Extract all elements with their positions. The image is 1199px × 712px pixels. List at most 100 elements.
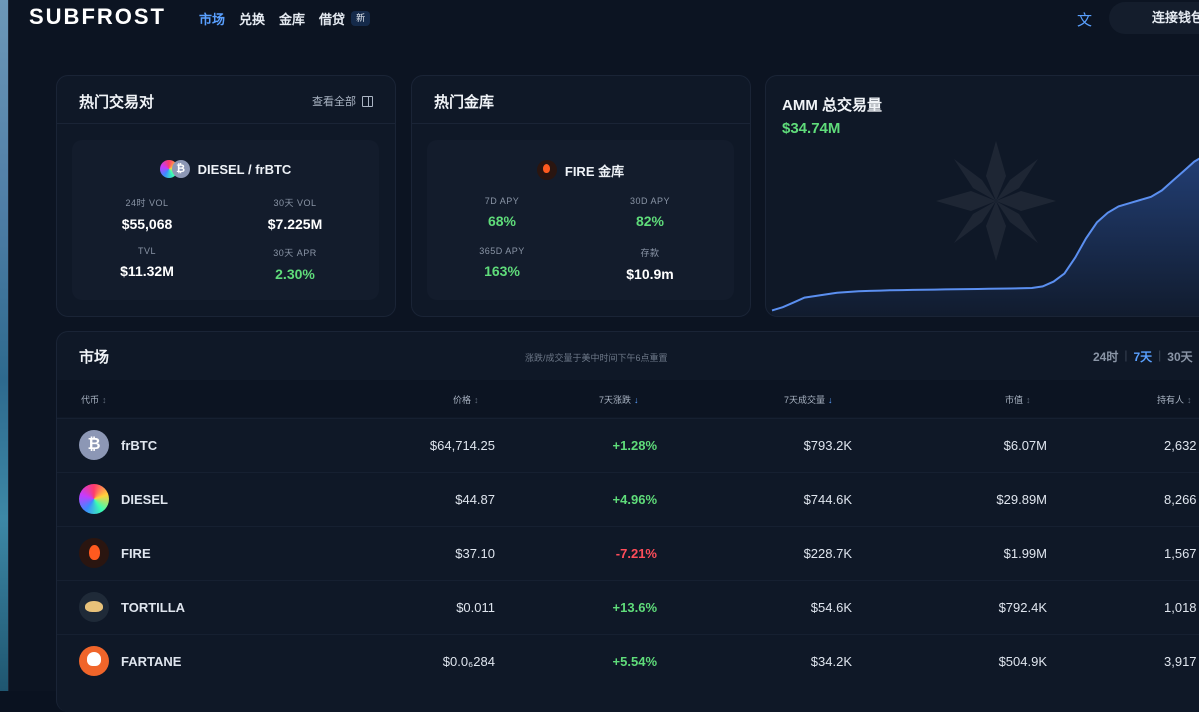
stat-30d-apr: 30天 APR 2.30%	[220, 246, 370, 282]
table-row[interactable]: TORTILLA $0.011 +13.6% $54.6K $792.4K 1,…	[57, 580, 1199, 635]
stat-label: TVL	[137, 246, 156, 256]
token-change: +4.96%	[612, 492, 657, 507]
stat-value: $55,068	[121, 216, 173, 232]
stat-30d-vol: 30天 VOL $7.225M	[220, 196, 370, 232]
stat-value: $11.32M	[120, 263, 174, 279]
col-mcap-label: 市值	[1005, 395, 1024, 405]
stat-value: 2.30%	[275, 266, 315, 282]
period-7d[interactable]: 7天	[1133, 348, 1152, 365]
tortilla-icon	[79, 592, 109, 622]
view-all-link[interactable]: 查看全部	[312, 93, 373, 109]
reset-note: 涨跌/成交量于美中时间下午6点重置	[525, 353, 668, 363]
markets-table-header: 代币 ↕ 价格 ↕ 7天涨跌 ↓ 7天成交量 ↓ 市值 ↕ 持有人 ↕	[57, 380, 1199, 417]
col-volume[interactable]: 7天成交量 ↓	[784, 393, 833, 406]
hot-pair-tile[interactable]: ₿ DIESEL / frBTC 24时 VOL $55,068 30天 VOL…	[72, 140, 379, 300]
pair-icons: ₿	[159, 160, 190, 178]
hot-vault-tile[interactable]: FIRE 金库 7D APY 68% 30D APY 82% 365D APY …	[427, 140, 734, 300]
col-price[interactable]: 价格 ↕	[453, 393, 479, 406]
top-navigation-bar: SUBFROST 市场 兑换 金库 借贷 新 文 连接钱包	[9, 0, 1199, 36]
token-mcap: $29.89M	[996, 492, 1047, 507]
stat-24h-vol: 24时 VOL $55,068	[72, 196, 222, 232]
token-change: +1.28%	[612, 438, 657, 453]
col-holders[interactable]: 持有人 ↕	[1157, 393, 1192, 406]
stat-value: 82%	[635, 213, 665, 229]
period-30d[interactable]: 30天	[1167, 348, 1192, 365]
view-all-label: 查看全部	[312, 96, 356, 108]
table-row[interactable]: DIESEL $44.87 +4.96% $744.6K $29.89M 8,2…	[57, 472, 1199, 527]
stat-value: $7.225M	[267, 216, 323, 232]
table-row[interactable]: FIRE $37.10 -7.21% $228.7K $1.99M 1,567	[57, 526, 1199, 581]
token-holders: 3,917	[1164, 654, 1197, 669]
sort-icon: ↕	[1187, 395, 1192, 405]
diesel-icon	[79, 484, 109, 514]
amm-volume-chart	[771, 141, 1199, 316]
stat-value: 68%	[487, 213, 517, 229]
amm-volume-card: AMM 总交易量 $34.74M	[765, 75, 1199, 317]
nav-vaults[interactable]: 金库	[279, 9, 305, 28]
stat-365d-apy: 365D APY 163%	[427, 246, 577, 279]
period-selector: 24时 | 7天 | 30天	[1093, 348, 1193, 365]
fire-icon	[79, 538, 109, 568]
sort-icon: ↕	[1026, 395, 1031, 405]
col-token[interactable]: 代币 ↕	[81, 393, 107, 406]
stat-label: 存款	[640, 248, 660, 258]
bitcoin-icon: ₿	[79, 430, 109, 460]
hot-pairs-title: 热门交易对	[79, 94, 155, 111]
col-change[interactable]: 7天涨跌 ↓	[599, 393, 639, 406]
period-24h[interactable]: 24时	[1093, 348, 1118, 365]
period-divider: |	[1158, 348, 1162, 362]
table-row[interactable]: FARTANE $0.0₆284 +5.54% $34.2K $504.9K 3…	[57, 634, 1199, 689]
stat-label: 24时 VOL	[125, 198, 169, 208]
nav-lending[interactable]: 借贷	[319, 9, 345, 28]
col-mcap[interactable]: 市值 ↕	[1005, 393, 1031, 406]
markets-title: 市场	[79, 349, 110, 366]
markets-card: 市场 涨跌/成交量于美中时间下午6点重置 24时 | 7天 | 30天 代币 ↕ …	[56, 331, 1199, 712]
token-price: $37.10	[455, 546, 495, 561]
token-holders: 8,266	[1164, 492, 1197, 507]
token-volume: $793.2K	[803, 438, 852, 453]
stat-label: 30天 APR	[273, 248, 317, 258]
vault-header: FIRE 金库	[427, 160, 734, 180]
nav-swap[interactable]: 兑换	[239, 9, 265, 28]
token-name: FARTANE	[121, 654, 182, 669]
amm-area-fill	[772, 158, 1199, 316]
token-holders: 2,632	[1164, 438, 1197, 453]
stat-tvl: TVL $11.32M	[72, 246, 222, 279]
token-volume: $228.7K	[803, 546, 852, 561]
connect-wallet-button[interactable]: 连接钱包	[1109, 2, 1199, 34]
pair-header: ₿ DIESEL / frBTC	[72, 160, 379, 178]
token-name: DIESEL	[121, 492, 168, 507]
vault-name: FIRE 金库	[564, 163, 625, 179]
token-mcap: $6.07M	[1003, 438, 1047, 453]
nav-markets[interactable]: 市场	[199, 9, 225, 28]
token-price: $0.011	[456, 600, 495, 615]
col-price-label: 价格	[453, 395, 472, 405]
token-mcap: $1.99M	[1003, 546, 1047, 561]
stat-label: 7D APY	[484, 196, 520, 206]
sort-desc-icon: ↓	[828, 395, 833, 405]
col-holders-label: 持有人	[1157, 395, 1185, 405]
main-nav: 市场 兑换 金库 借贷 新	[199, 9, 371, 28]
bitcoin-icon: ₿	[171, 160, 190, 178]
hot-vault-card: 热门金库 FIRE 金库 7D APY 68% 30D APY 82% 365D…	[411, 75, 751, 317]
hot-vault-title: 热门金库	[434, 94, 495, 111]
token-holders: 1,018	[1164, 600, 1197, 615]
stat-label: 30D APY	[629, 196, 671, 206]
card-divider	[412, 123, 750, 124]
token-change: +5.54%	[612, 654, 657, 669]
new-badge: 新	[351, 11, 371, 26]
app-window: SUBFROST 市场 兑换 金库 借贷 新 文 连接钱包 热门交易对 查看全部…	[8, 0, 1199, 712]
token-name: frBTC	[121, 438, 158, 453]
token-volume: $54.6K	[810, 600, 852, 615]
stat-deposits: 存款 $10.9m	[575, 246, 725, 282]
token-price: $0.0₆284	[442, 654, 495, 669]
skull-icon	[79, 646, 109, 676]
sort-icon: ↕	[102, 395, 107, 405]
language-toggle[interactable]: 文	[1077, 9, 1092, 30]
brand-logo[interactable]: SUBFROST	[29, 4, 166, 30]
col-change-label: 7天涨跌	[599, 395, 632, 405]
stat-value: $10.9m	[626, 266, 674, 282]
token-name: FIRE	[121, 546, 151, 561]
table-row[interactable]: ₿ frBTC $64,714.25 +1.28% $793.2K $6.07M…	[57, 418, 1199, 473]
token-change: +13.6%	[612, 600, 657, 615]
